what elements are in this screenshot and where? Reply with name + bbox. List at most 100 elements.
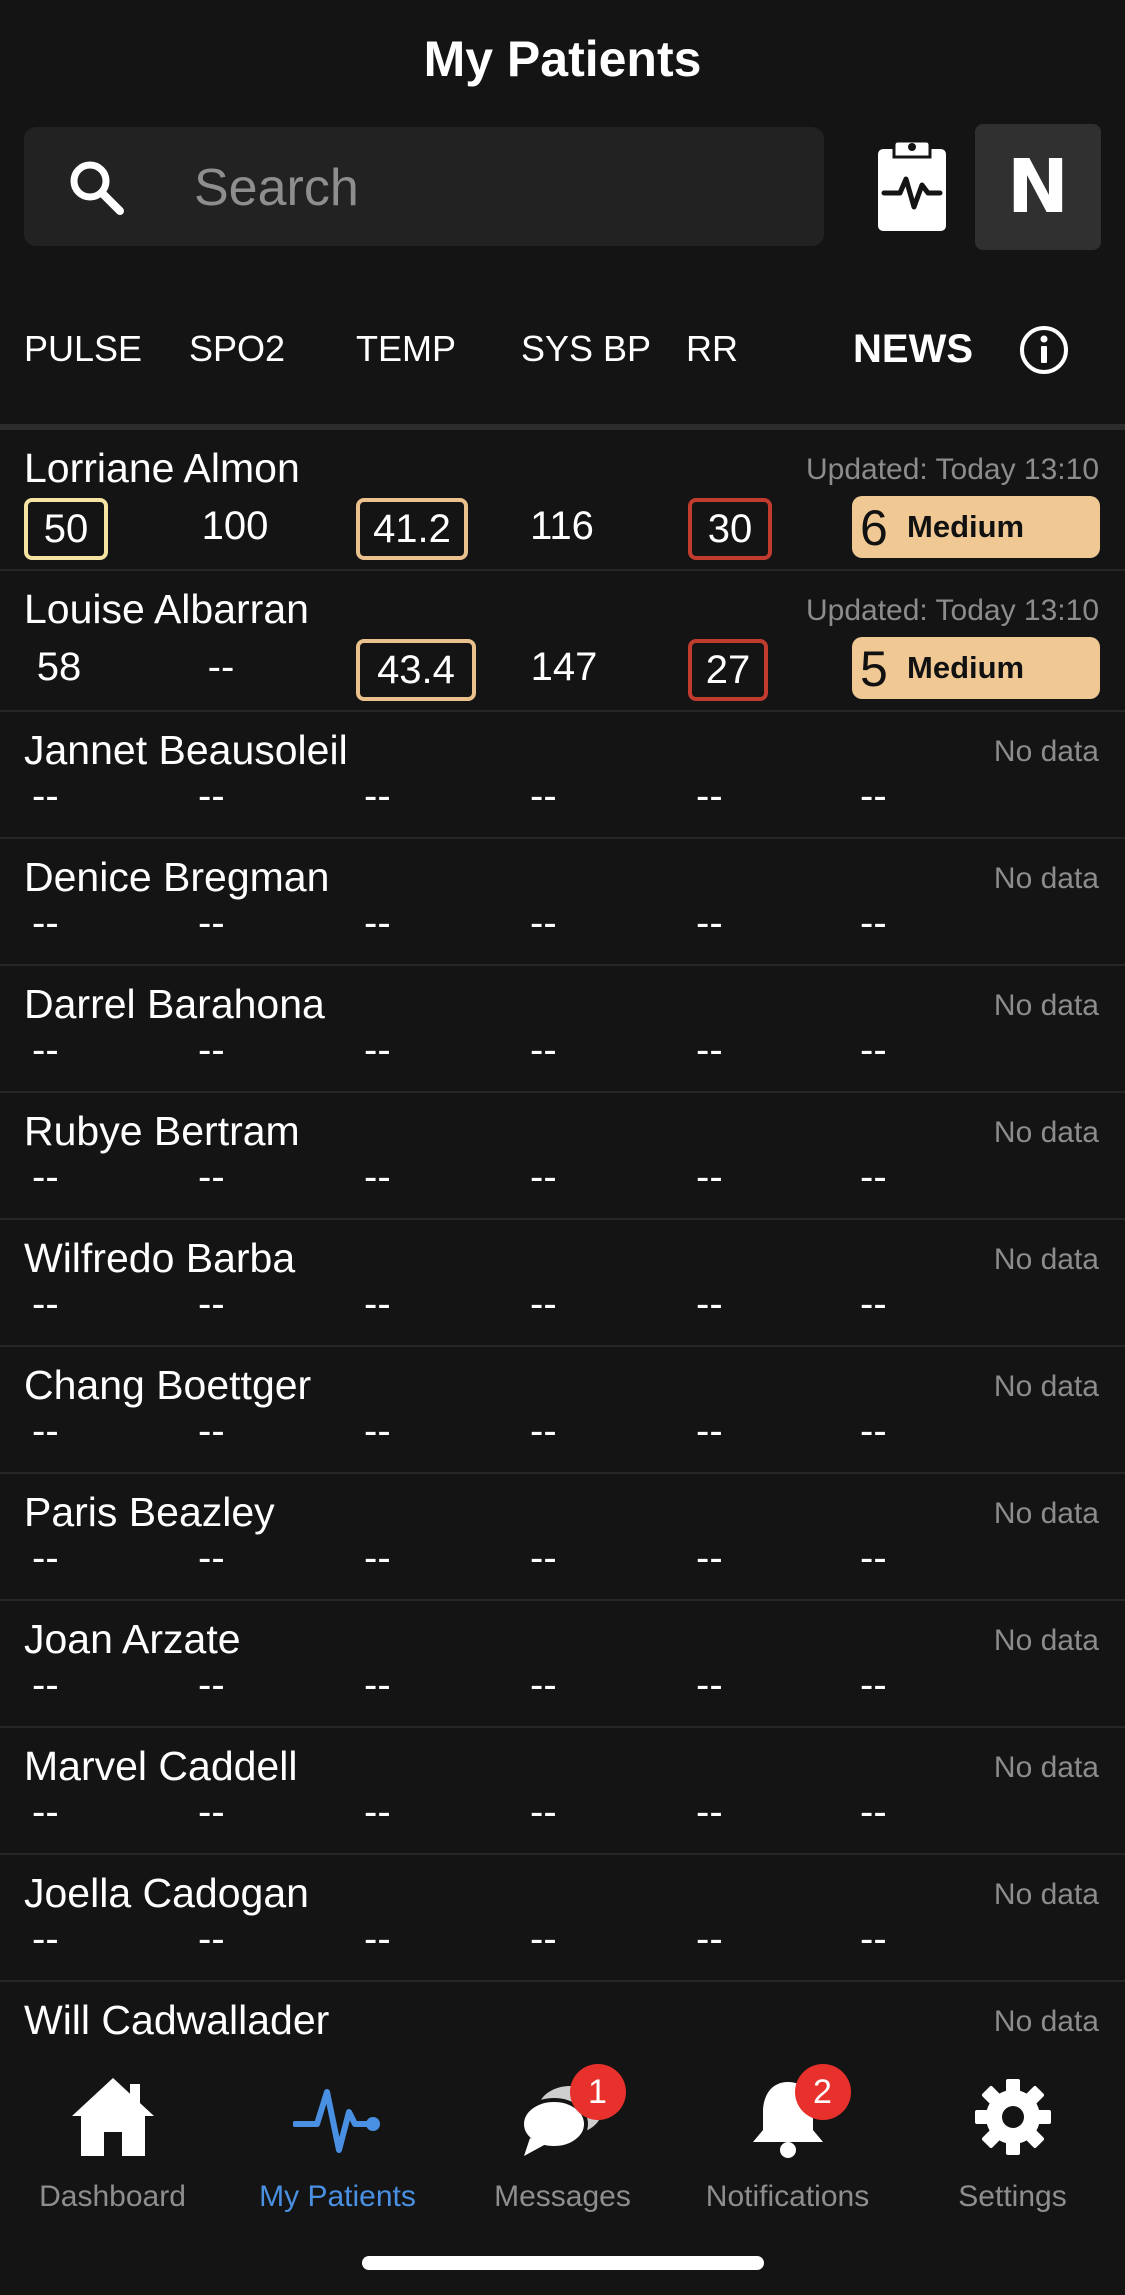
- updated-time: Updated: Today 13:10: [805, 594, 1099, 627]
- patient-name: Lorriane Almon: [24, 445, 300, 491]
- tab-settings[interactable]: Settings: [900, 2072, 1125, 2214]
- messages-badge: 1: [569, 2064, 626, 2120]
- spo2-value: 100: [201, 504, 269, 548]
- pulse-value: --: [32, 1028, 59, 1072]
- news-score-badge: 5 Medium: [852, 637, 1100, 699]
- spo2-value: --: [198, 901, 225, 945]
- spo2-value: --: [198, 1536, 225, 1580]
- rr-value: 27: [688, 639, 768, 701]
- tab-label: Notifications: [705, 2180, 870, 2213]
- news-level: Medium: [907, 509, 1025, 544]
- column-pulse[interactable]: PULSE: [24, 325, 142, 373]
- tab-label: My Patients: [259, 2180, 416, 2213]
- patient-row[interactable]: Paris Beazley No data -- -- -- -- -- --: [0, 1474, 1125, 1601]
- temp-value: --: [364, 1028, 391, 1072]
- column-rr[interactable]: RR: [686, 325, 738, 373]
- sys-bp-value: --: [530, 1536, 557, 1580]
- pulse-value: --: [32, 1790, 59, 1834]
- patient-name: Jannet Beausoleil: [24, 727, 348, 773]
- temp-value: --: [364, 1663, 391, 1707]
- news-toggle-button[interactable]: N: [975, 124, 1101, 250]
- sys-bp-value: --: [530, 1409, 557, 1453]
- news-value: --: [860, 1663, 887, 1707]
- sys-bp-value: --: [530, 901, 557, 945]
- tab-notifications[interactable]: 2 Notifications: [675, 2064, 900, 2214]
- home-indicator[interactable]: [362, 2256, 764, 2270]
- no-data-label: No data: [993, 1370, 1099, 1403]
- news-value: --: [860, 1028, 887, 1072]
- rr-value: --: [696, 1663, 723, 1707]
- patient-row[interactable]: Darrel Barahona No data -- -- -- -- -- -…: [0, 966, 1125, 1093]
- search-bar[interactable]: [24, 127, 824, 246]
- patient-name: Rubye Bertram: [24, 1108, 300, 1154]
- sys-bp-value: --: [530, 1155, 557, 1199]
- sys-bp-value: --: [530, 1917, 557, 1961]
- temp-value: 41.2: [356, 498, 468, 560]
- temp-value: --: [364, 1536, 391, 1580]
- spo2-value: --: [198, 1155, 225, 1199]
- patient-row[interactable]: Denice Bregman No data -- -- -- -- -- --: [0, 839, 1125, 966]
- sys-bp-value: --: [530, 1282, 557, 1326]
- patient-row[interactable]: Marvel Caddell No data -- -- -- -- -- --: [0, 1728, 1125, 1855]
- column-news[interactable]: NEWS: [853, 325, 973, 373]
- rr-value: --: [696, 1282, 723, 1326]
- spo2-value: --: [198, 1409, 225, 1453]
- app: My Patients N PULSE SPO2 TEMP SYS BP RR …: [0, 0, 1125, 2295]
- spo2-value: --: [198, 1282, 225, 1326]
- tab-label: Dashboard: [39, 2180, 186, 2213]
- home-icon: [71, 2078, 154, 2156]
- pulse-value: 58: [36, 645, 82, 689]
- sys-bp-value: 147: [530, 645, 598, 689]
- column-temp[interactable]: TEMP: [356, 325, 456, 373]
- patient-row[interactable]: Louise Albarran Updated: Today 13:10 58 …: [0, 571, 1125, 712]
- patient-name: Wilfredo Barba: [24, 1235, 296, 1281]
- rr-value: --: [696, 901, 723, 945]
- tab-label: Settings: [958, 2180, 1067, 2213]
- patient-row[interactable]: Lorriane Almon Updated: Today 13:10 50 1…: [0, 430, 1125, 571]
- heartbeat-icon: [291, 2089, 380, 2153]
- info-icon[interactable]: [1018, 324, 1070, 376]
- pulse-value: --: [32, 1663, 59, 1707]
- notifications-badge: 2: [794, 2064, 851, 2120]
- patient-row[interactable]: Jannet Beausoleil No data -- -- -- -- --…: [0, 712, 1125, 839]
- search-input[interactable]: [192, 149, 796, 226]
- no-data-label: No data: [993, 862, 1099, 895]
- patient-row[interactable]: Wilfredo Barba No data -- -- -- -- -- --: [0, 1220, 1125, 1347]
- no-data-label: No data: [993, 1878, 1099, 1911]
- patient-row[interactable]: Joan Arzate No data -- -- -- -- -- --: [0, 1601, 1125, 1728]
- patient-row[interactable]: Chang Boettger No data -- -- -- -- -- --: [0, 1347, 1125, 1474]
- no-data-label: No data: [993, 1497, 1099, 1530]
- patient-name: Louise Albarran: [24, 586, 309, 632]
- temp-value: --: [364, 1409, 391, 1453]
- spo2-value: --: [198, 1917, 225, 1961]
- patient-row[interactable]: Joella Cadogan No data -- -- -- -- -- --: [0, 1855, 1125, 1982]
- patient-name: Joella Cadogan: [24, 1870, 309, 1916]
- news-value: --: [860, 774, 887, 818]
- tab-dashboard[interactable]: Dashboard: [0, 2072, 225, 2214]
- rr-value: --: [696, 774, 723, 818]
- no-data-label: No data: [993, 1116, 1099, 1149]
- patient-list[interactable]: Lorriane Almon Updated: Today 13:10 50 1…: [0, 430, 1125, 2109]
- patient-row[interactable]: Rubye Bertram No data -- -- -- -- -- --: [0, 1093, 1125, 1220]
- spo2-value: --: [198, 1028, 225, 1072]
- tab-my-patients[interactable]: My Patients: [225, 2072, 450, 2214]
- vitals-clipboard-button[interactable]: [870, 135, 954, 235]
- no-data-label: No data: [993, 2005, 1099, 2038]
- patient-name: Marvel Caddell: [24, 1743, 298, 1789]
- no-data-label: No data: [993, 735, 1099, 768]
- patient-name: Denice Bregman: [24, 854, 330, 900]
- pulse-value: --: [32, 1155, 59, 1199]
- temp-value: --: [364, 774, 391, 818]
- no-data-label: No data: [993, 989, 1099, 1022]
- search-icon: [70, 161, 124, 215]
- column-sys-bp[interactable]: SYS BP: [521, 325, 651, 373]
- temp-value: 43.4: [356, 639, 476, 701]
- rr-value: --: [696, 1917, 723, 1961]
- rr-value: --: [696, 1155, 723, 1199]
- tab-messages[interactable]: 1 Messages: [450, 2064, 675, 2214]
- rr-value: --: [696, 1536, 723, 1580]
- temp-value: --: [364, 1790, 391, 1834]
- news-score: 6: [860, 500, 888, 556]
- column-spo2[interactable]: SPO2: [189, 325, 285, 373]
- sys-bp-value: --: [530, 1663, 557, 1707]
